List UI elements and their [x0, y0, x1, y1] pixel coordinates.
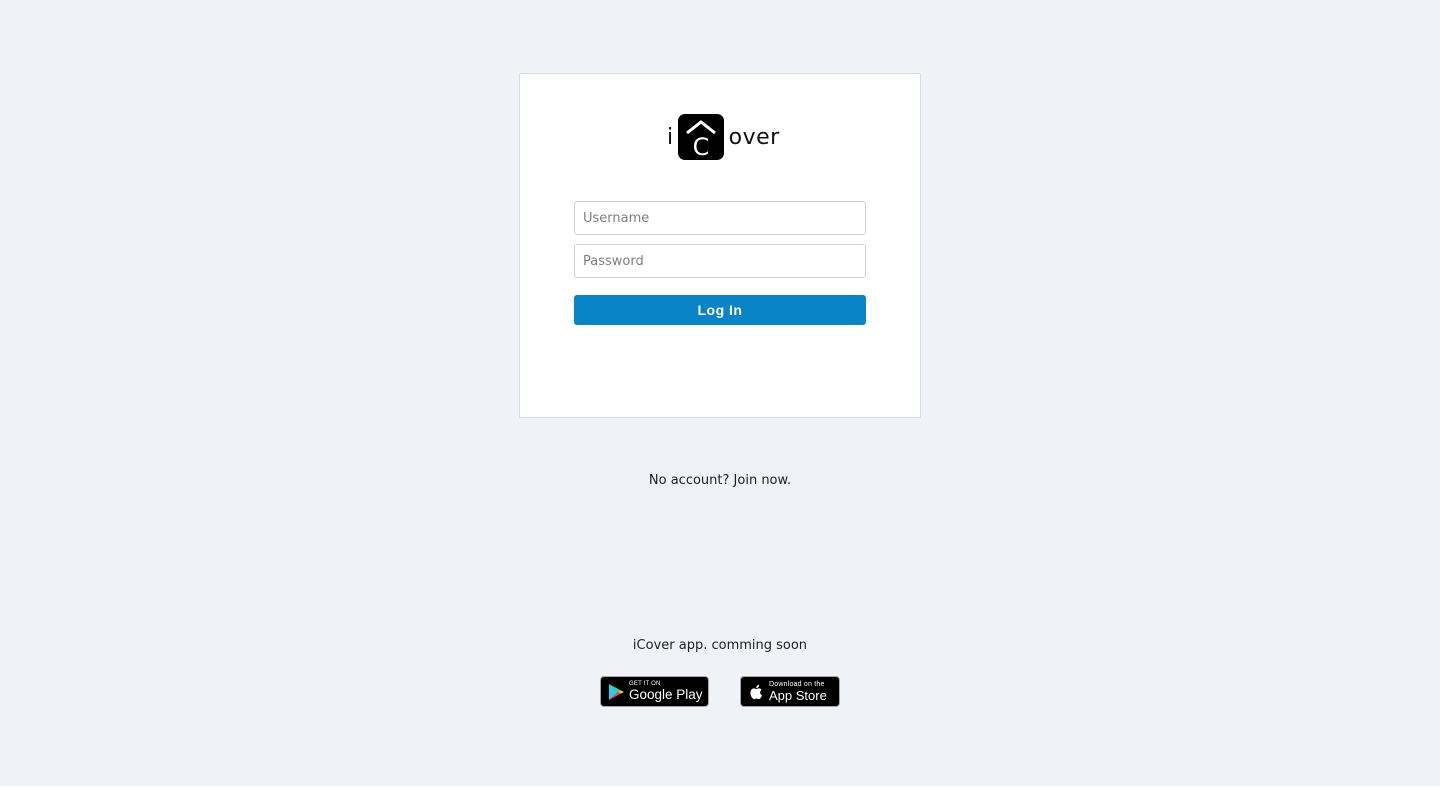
signup-prompt-text: No account? — [648, 473, 730, 488]
apple-icon — [750, 684, 762, 699]
login-page: i C over Log In No account? Join now. iC… — [0, 0, 1440, 787]
logo-prefix: i — [667, 124, 674, 150]
login-button[interactable]: Log In — [574, 295, 866, 325]
google-play-icon — [609, 683, 624, 700]
brand-logo: i C over — [667, 114, 780, 160]
google-play-big-text: Google Play — [629, 687, 703, 703]
app-store-big-text: App Store — [769, 688, 827, 703]
logo-suffix: over — [728, 124, 780, 150]
house-c-logo-icon: C — [677, 114, 724, 160]
username-field[interactable] — [574, 201, 866, 235]
app-coming-soon-text: iCover app. comming soon — [632, 638, 808, 653]
login-card: i C over Log In — [519, 73, 921, 418]
app-store-badge[interactable]: Download on the App Store — [740, 676, 840, 707]
password-field[interactable] — [574, 244, 866, 278]
signup-prompt: No account? Join now. — [0, 473, 1440, 488]
google-play-badge[interactable]: GET IT ON Google Play — [600, 676, 709, 707]
logo-mark-letter: C — [692, 133, 709, 160]
app-store-small-text: Download on the — [769, 681, 825, 688]
join-now-link[interactable]: Join now. — [734, 473, 792, 488]
